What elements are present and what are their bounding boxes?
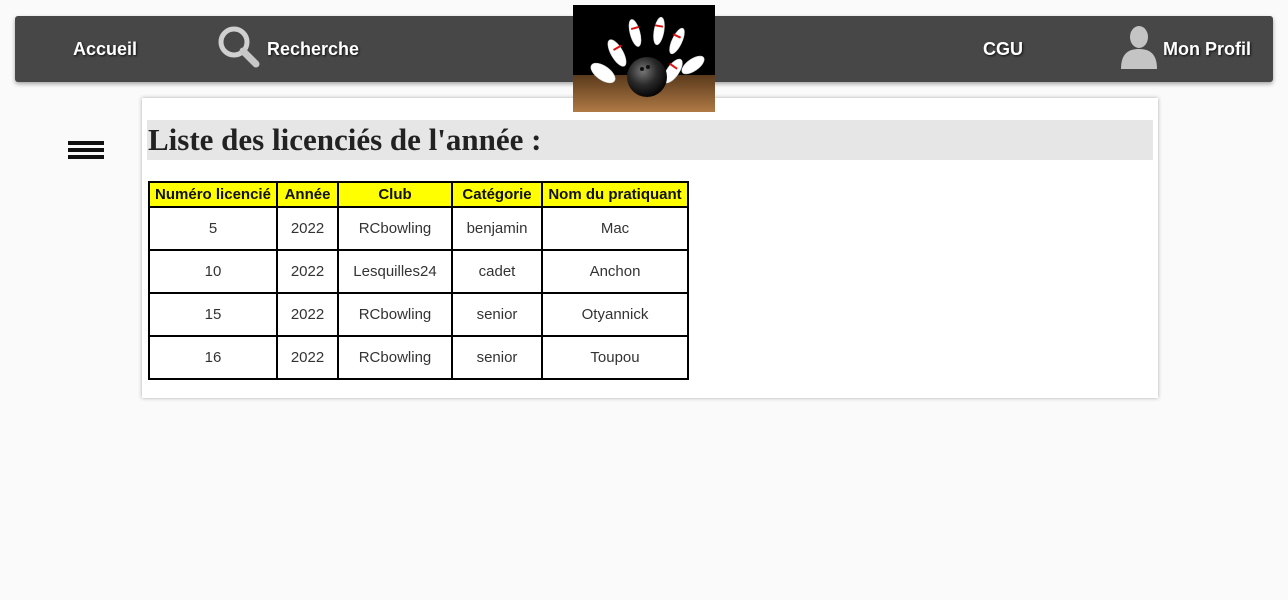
cell-nom: Mac [541, 206, 689, 251]
cell-nom: Anchon [541, 249, 689, 294]
nav-accueil-label: Accueil [73, 38, 138, 59]
nav-cgu-label: CGU [983, 38, 1023, 59]
cell-club: Lesquilles24 [337, 249, 453, 294]
nav-recherche-label: Recherche [267, 38, 360, 59]
user-icon [1119, 25, 1159, 74]
cell-club: RCbowling [337, 206, 453, 251]
hamburger-menu-icon[interactable] [68, 141, 104, 163]
cell-annee: 2022 [276, 249, 339, 294]
cell-annee: 2022 [276, 292, 339, 337]
cell-annee: 2022 [276, 335, 339, 380]
column-header-annee: Année [276, 181, 339, 208]
table-row: 5 2022 RCbowling benjamin Mac [148, 206, 689, 251]
cell-numero: 16 [148, 335, 278, 380]
cell-numero: 10 [148, 249, 278, 294]
cell-categorie: benjamin [451, 206, 543, 251]
page-title: Liste des licenciés de l'année : [147, 120, 1153, 160]
nav-profil-link[interactable]: Mon Profil [1119, 16, 1251, 82]
column-header-club: Club [337, 181, 453, 208]
column-header-nom: Nom du pratiquant [541, 181, 689, 208]
table-row: 16 2022 RCbowling senior Toupou [148, 335, 689, 380]
cell-club: RCbowling [337, 292, 453, 337]
cell-numero: 15 [148, 292, 278, 337]
nav-profil-label: Mon Profil [1163, 38, 1251, 59]
cell-categorie: cadet [451, 249, 543, 294]
column-header-categorie: Catégorie [451, 181, 543, 208]
cell-club: RCbowling [337, 335, 453, 380]
cell-categorie: senior [451, 292, 543, 337]
table-row: 15 2022 RCbowling senior Otyannick [148, 292, 689, 337]
bowling-logo[interactable] [573, 5, 715, 112]
column-header-numero: Numéro licencié [148, 181, 278, 208]
licencies-table: Numéro licencié Année Club Catégorie Nom… [148, 181, 689, 380]
cell-numero: 5 [148, 206, 278, 251]
cell-nom: Toupou [541, 335, 689, 380]
nav-recherche-link[interactable]: Recherche [215, 16, 359, 82]
nav-accueil-link[interactable]: Accueil [73, 16, 137, 82]
cell-categorie: senior [451, 335, 543, 380]
cell-nom: Otyannick [541, 292, 689, 337]
cell-annee: 2022 [276, 206, 339, 251]
table-header-row: Numéro licencié Année Club Catégorie Nom… [148, 181, 689, 208]
main-content: Liste des licenciés de l'année : Numéro … [142, 98, 1158, 398]
nav-cgu-link[interactable]: CGU [983, 16, 1023, 82]
table-row: 10 2022 Lesquilles24 cadet Anchon [148, 249, 689, 294]
search-icon [215, 23, 263, 76]
